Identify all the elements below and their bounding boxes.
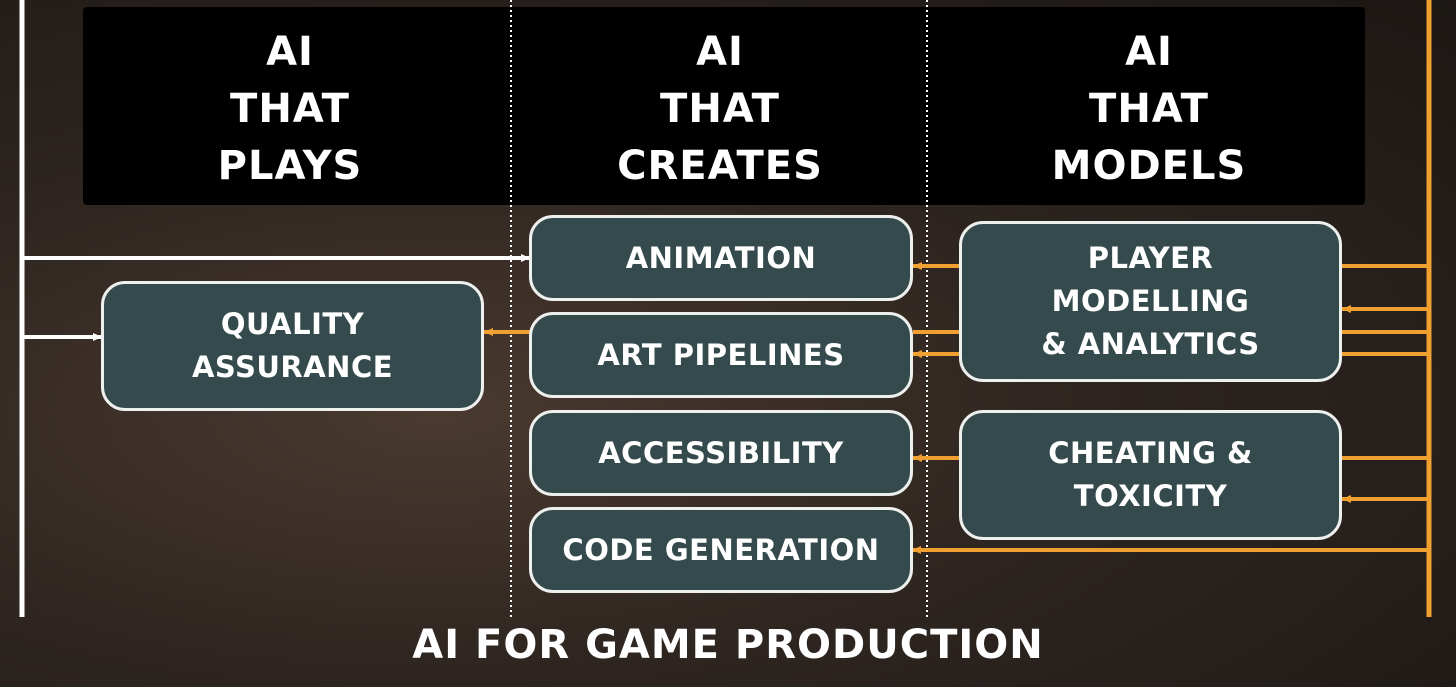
node-label: ART PIPELINES [597, 338, 845, 372]
node-player-modelling: PLAYER MODELLING & ANALYTICS [959, 221, 1342, 382]
column-title-line: THAT [660, 86, 780, 132]
column-title-plays: AI THAT PLAYS [90, 24, 490, 195]
node-label: TOXICITY [1073, 479, 1228, 513]
node-label: & ANALYTICS [1041, 327, 1260, 361]
node-art-pipelines: ART PIPELINES [529, 312, 913, 398]
node-label: ANIMATION [625, 241, 817, 275]
column-title-line: PLAYS [217, 143, 363, 189]
node-label: PLAYER [1087, 241, 1214, 275]
column-title-models: AI THAT MODELS [949, 24, 1349, 195]
node-accessibility: ACCESSIBILITY [529, 410, 913, 496]
column-title-line: THAT [1089, 86, 1209, 132]
node-quality-assurance: QUALITY ASSURANCE [101, 281, 484, 411]
node-label: MODELLING [1051, 284, 1250, 318]
node-animation: ANIMATION [529, 215, 913, 301]
node-label: ACCESSIBILITY [598, 436, 844, 470]
column-title-line: THAT [230, 86, 350, 132]
node-label: ASSURANCE [191, 350, 394, 384]
column-title-line: CREATES [617, 143, 823, 189]
node-label: QUALITY [220, 307, 365, 341]
column-title-line: AI [266, 29, 314, 75]
diagram-stage: AI THAT PLAYS AI THAT CREATES AI THAT MO… [0, 0, 1456, 687]
node-cheating-toxicity: CHEATING & TOXICITY [959, 410, 1342, 540]
node-label: CODE GENERATION [562, 533, 880, 567]
node-label: CHEATING & [1048, 436, 1253, 470]
column-title-creates: AI THAT CREATES [520, 24, 920, 195]
column-title-line: AI [1125, 29, 1173, 75]
column-title-line: MODELS [1051, 143, 1247, 189]
column-title-line: AI [696, 29, 744, 75]
footer-caption: AI FOR GAME PRODUCTION [412, 622, 1044, 668]
node-code-generation: CODE GENERATION [529, 507, 913, 593]
